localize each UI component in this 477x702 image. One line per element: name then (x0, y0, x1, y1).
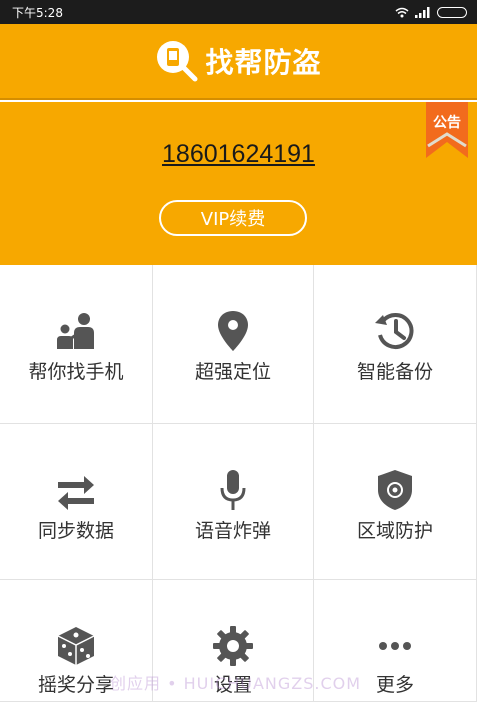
feature-voice-bomb[interactable]: 语音炸弹 (153, 424, 314, 580)
notice-label: 公告 (433, 115, 461, 131)
notice-ribbon[interactable]: 公告 (426, 102, 468, 160)
feature-grid: 帮你找手机 超强定位 智能备份 同步数据 语音炸弹 区域防护 摇奖分享 设置 更… (0, 265, 477, 702)
app-title: 找帮防盗 (205, 46, 322, 79)
vip-renew-button[interactable]: VIP续费 (159, 200, 307, 236)
history-icon (375, 313, 414, 349)
app-logo: 找帮防盗 (155, 39, 321, 83)
signal-icon (415, 6, 430, 18)
app-header: 找帮防盗 (0, 24, 477, 100)
people-icon (57, 313, 94, 349)
more-dots-icon (379, 642, 411, 650)
status-bar: 下午5:28 (0, 0, 477, 24)
sync-arrows-icon (58, 476, 94, 510)
feature-location[interactable]: 超强定位 (153, 265, 314, 424)
wifi-icon (395, 7, 409, 17)
feature-label: 超强定位 (194, 361, 271, 383)
status-icons (395, 6, 467, 18)
feature-find-phone[interactable]: 帮你找手机 (0, 265, 153, 424)
feature-label: 智能备份 (356, 361, 433, 383)
microphone-icon (220, 470, 246, 510)
feature-backup[interactable]: 智能备份 (314, 265, 477, 424)
location-pin-icon (218, 311, 248, 351)
phone-number-link[interactable]: 18601624191 (0, 140, 477, 169)
gear-icon (213, 626, 253, 666)
feature-sync[interactable]: 同步数据 (0, 424, 153, 580)
feature-label: 区域防护 (356, 520, 433, 542)
feature-area-protect[interactable]: 区域防护 (314, 424, 477, 580)
shield-icon (378, 470, 412, 510)
account-panel: 18601624191 VIP续费 公告 (0, 102, 477, 265)
feature-label: 语音炸弹 (194, 520, 271, 542)
phone-search-icon (157, 41, 198, 82)
feature-label: 帮你找手机 (28, 361, 124, 383)
dice-icon (57, 627, 95, 665)
watermark: 创应用 • HUICHUANGZS.COM (110, 674, 362, 693)
status-time: 下午5:28 (12, 5, 63, 20)
feature-label: 同步数据 (37, 520, 114, 542)
battery-icon (437, 6, 467, 18)
